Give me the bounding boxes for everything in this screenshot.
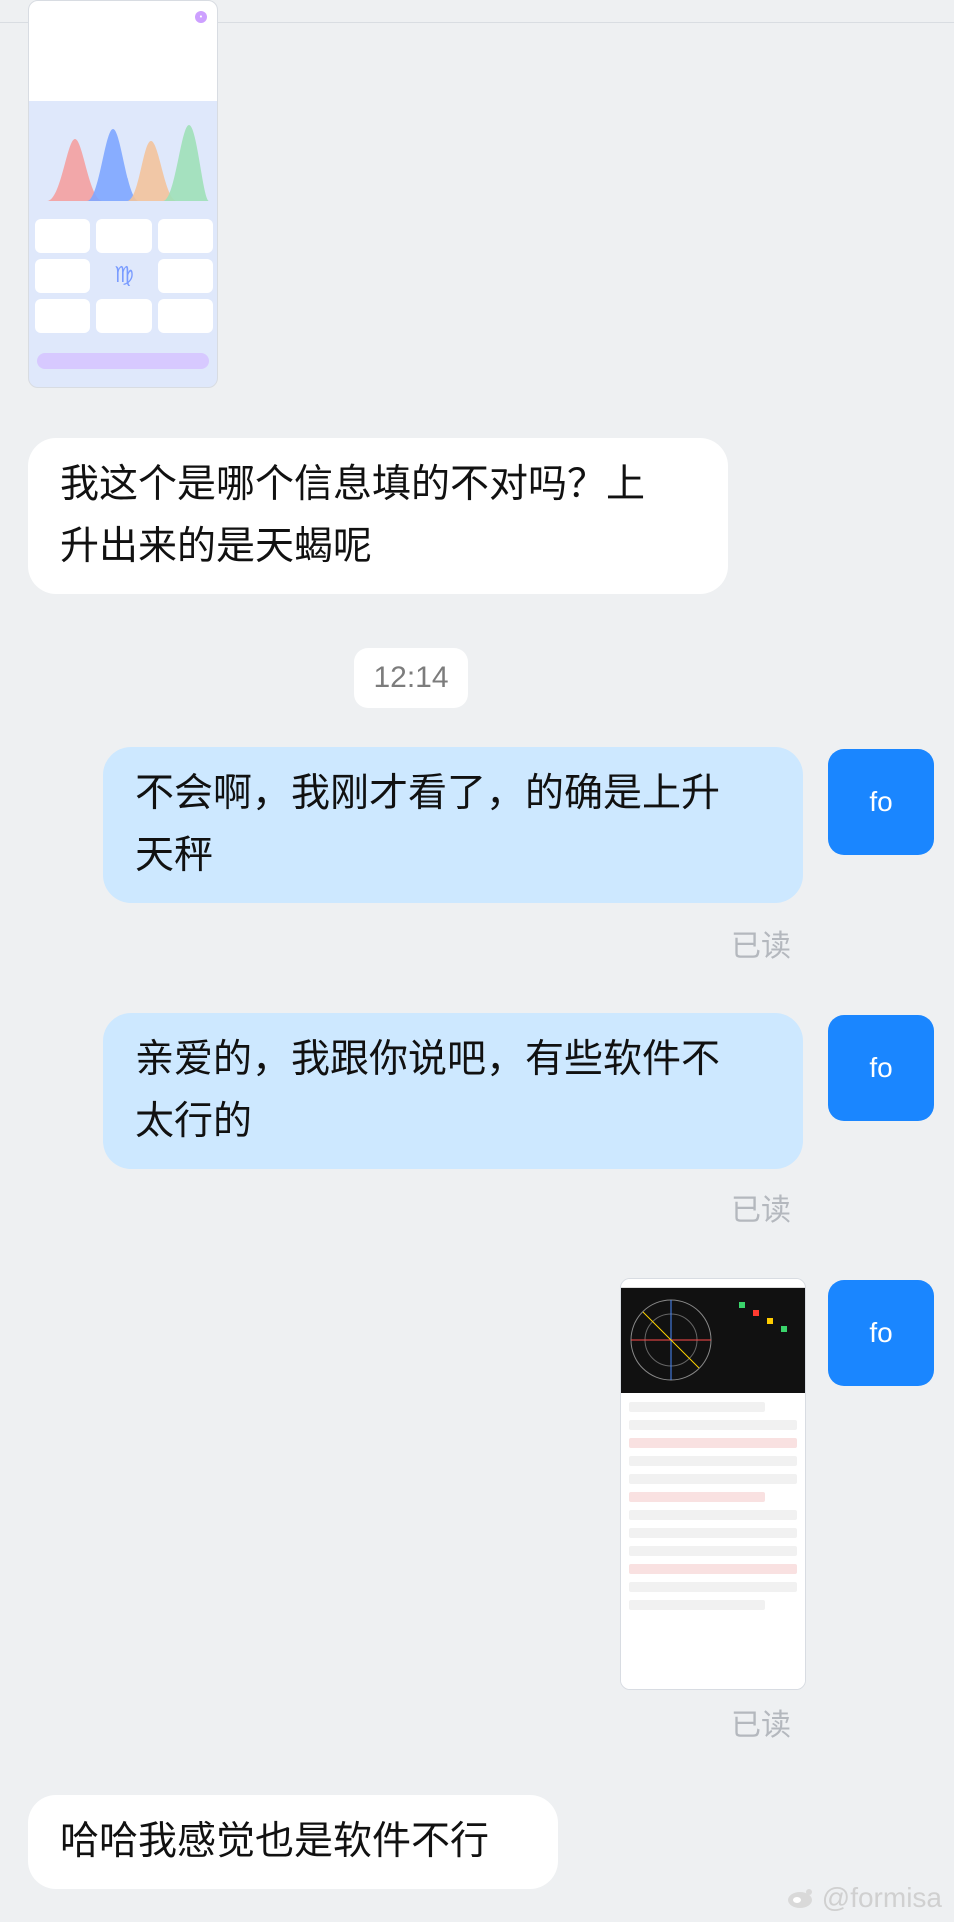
thumbnail-text-line bbox=[629, 1474, 797, 1484]
watermark: @formisa bbox=[786, 1882, 942, 1914]
read-receipt: 已读 bbox=[731, 1708, 791, 1743]
read-receipt: 已读 bbox=[731, 1193, 791, 1228]
outgoing-message-bubble[interactable]: 不会啊，我刚才看了，的确是上升 天秤 bbox=[103, 747, 803, 903]
thumbnail-text-line bbox=[629, 1402, 765, 1412]
weibo-icon bbox=[787, 1889, 812, 1908]
user-avatar[interactable]: fo bbox=[828, 1280, 934, 1386]
thumbnail-text-line bbox=[629, 1564, 797, 1574]
thumbnail-pill: • bbox=[194, 11, 207, 23]
virgo-icon: ♍ bbox=[114, 263, 134, 288]
thumbnail-bottom-bar bbox=[37, 353, 209, 369]
thumbnail-body: BACK bbox=[621, 1394, 805, 1689]
thumbnail-grid-item bbox=[157, 219, 213, 253]
user-avatar[interactable]: fo bbox=[828, 1015, 934, 1121]
thumbnail-text-line bbox=[629, 1510, 797, 1520]
thumbnail-grid-item bbox=[35, 219, 91, 253]
birth-chart-icon bbox=[621, 1288, 805, 1393]
thumbnail-grid-item bbox=[157, 299, 213, 333]
thumbnail-text-line bbox=[629, 1546, 797, 1556]
thumbnail-text-line bbox=[629, 1438, 797, 1448]
thumbnail-text-line bbox=[629, 1492, 765, 1502]
incoming-screenshot-thumbnail[interactable]: • ♍ bbox=[28, 0, 218, 388]
thumbnail-grid: ♍ bbox=[35, 219, 213, 333]
thumbnail-text-line bbox=[629, 1582, 797, 1592]
thumbnail-peaks-chart-icon bbox=[47, 125, 209, 201]
thumbnail-text-line bbox=[629, 1528, 797, 1538]
thumbnail-status-bar bbox=[621, 1279, 805, 1288]
thumbnail-text-line bbox=[629, 1456, 797, 1466]
watermark-text: @formisa bbox=[821, 1882, 942, 1913]
thumbnail-grid-item bbox=[35, 259, 91, 293]
incoming-message-bubble[interactable]: 我这个是哪个信息填的不对吗？上 升出来的是天蝎呢 bbox=[28, 438, 728, 594]
user-avatar[interactable]: fo bbox=[828, 749, 934, 855]
thumbnail-text-line bbox=[629, 1600, 765, 1610]
message-timestamp: 12:14 bbox=[354, 648, 468, 708]
thumbnail-grid-item bbox=[35, 299, 91, 333]
outgoing-screenshot-thumbnail[interactable]: BACK bbox=[620, 1278, 806, 1690]
outgoing-message-bubble[interactable]: 亲爱的，我跟你说吧，有些软件不 太行的 bbox=[103, 1013, 803, 1169]
thumbnail-grid-item bbox=[96, 299, 152, 333]
read-receipt: 已读 bbox=[731, 929, 791, 964]
thumbnail-grid-item bbox=[157, 259, 213, 293]
thumbnail-grid-item bbox=[96, 219, 152, 253]
thumbnail-text-line bbox=[629, 1420, 797, 1430]
incoming-message-bubble[interactable]: 哈哈我感觉也是软件不行 bbox=[28, 1795, 558, 1889]
